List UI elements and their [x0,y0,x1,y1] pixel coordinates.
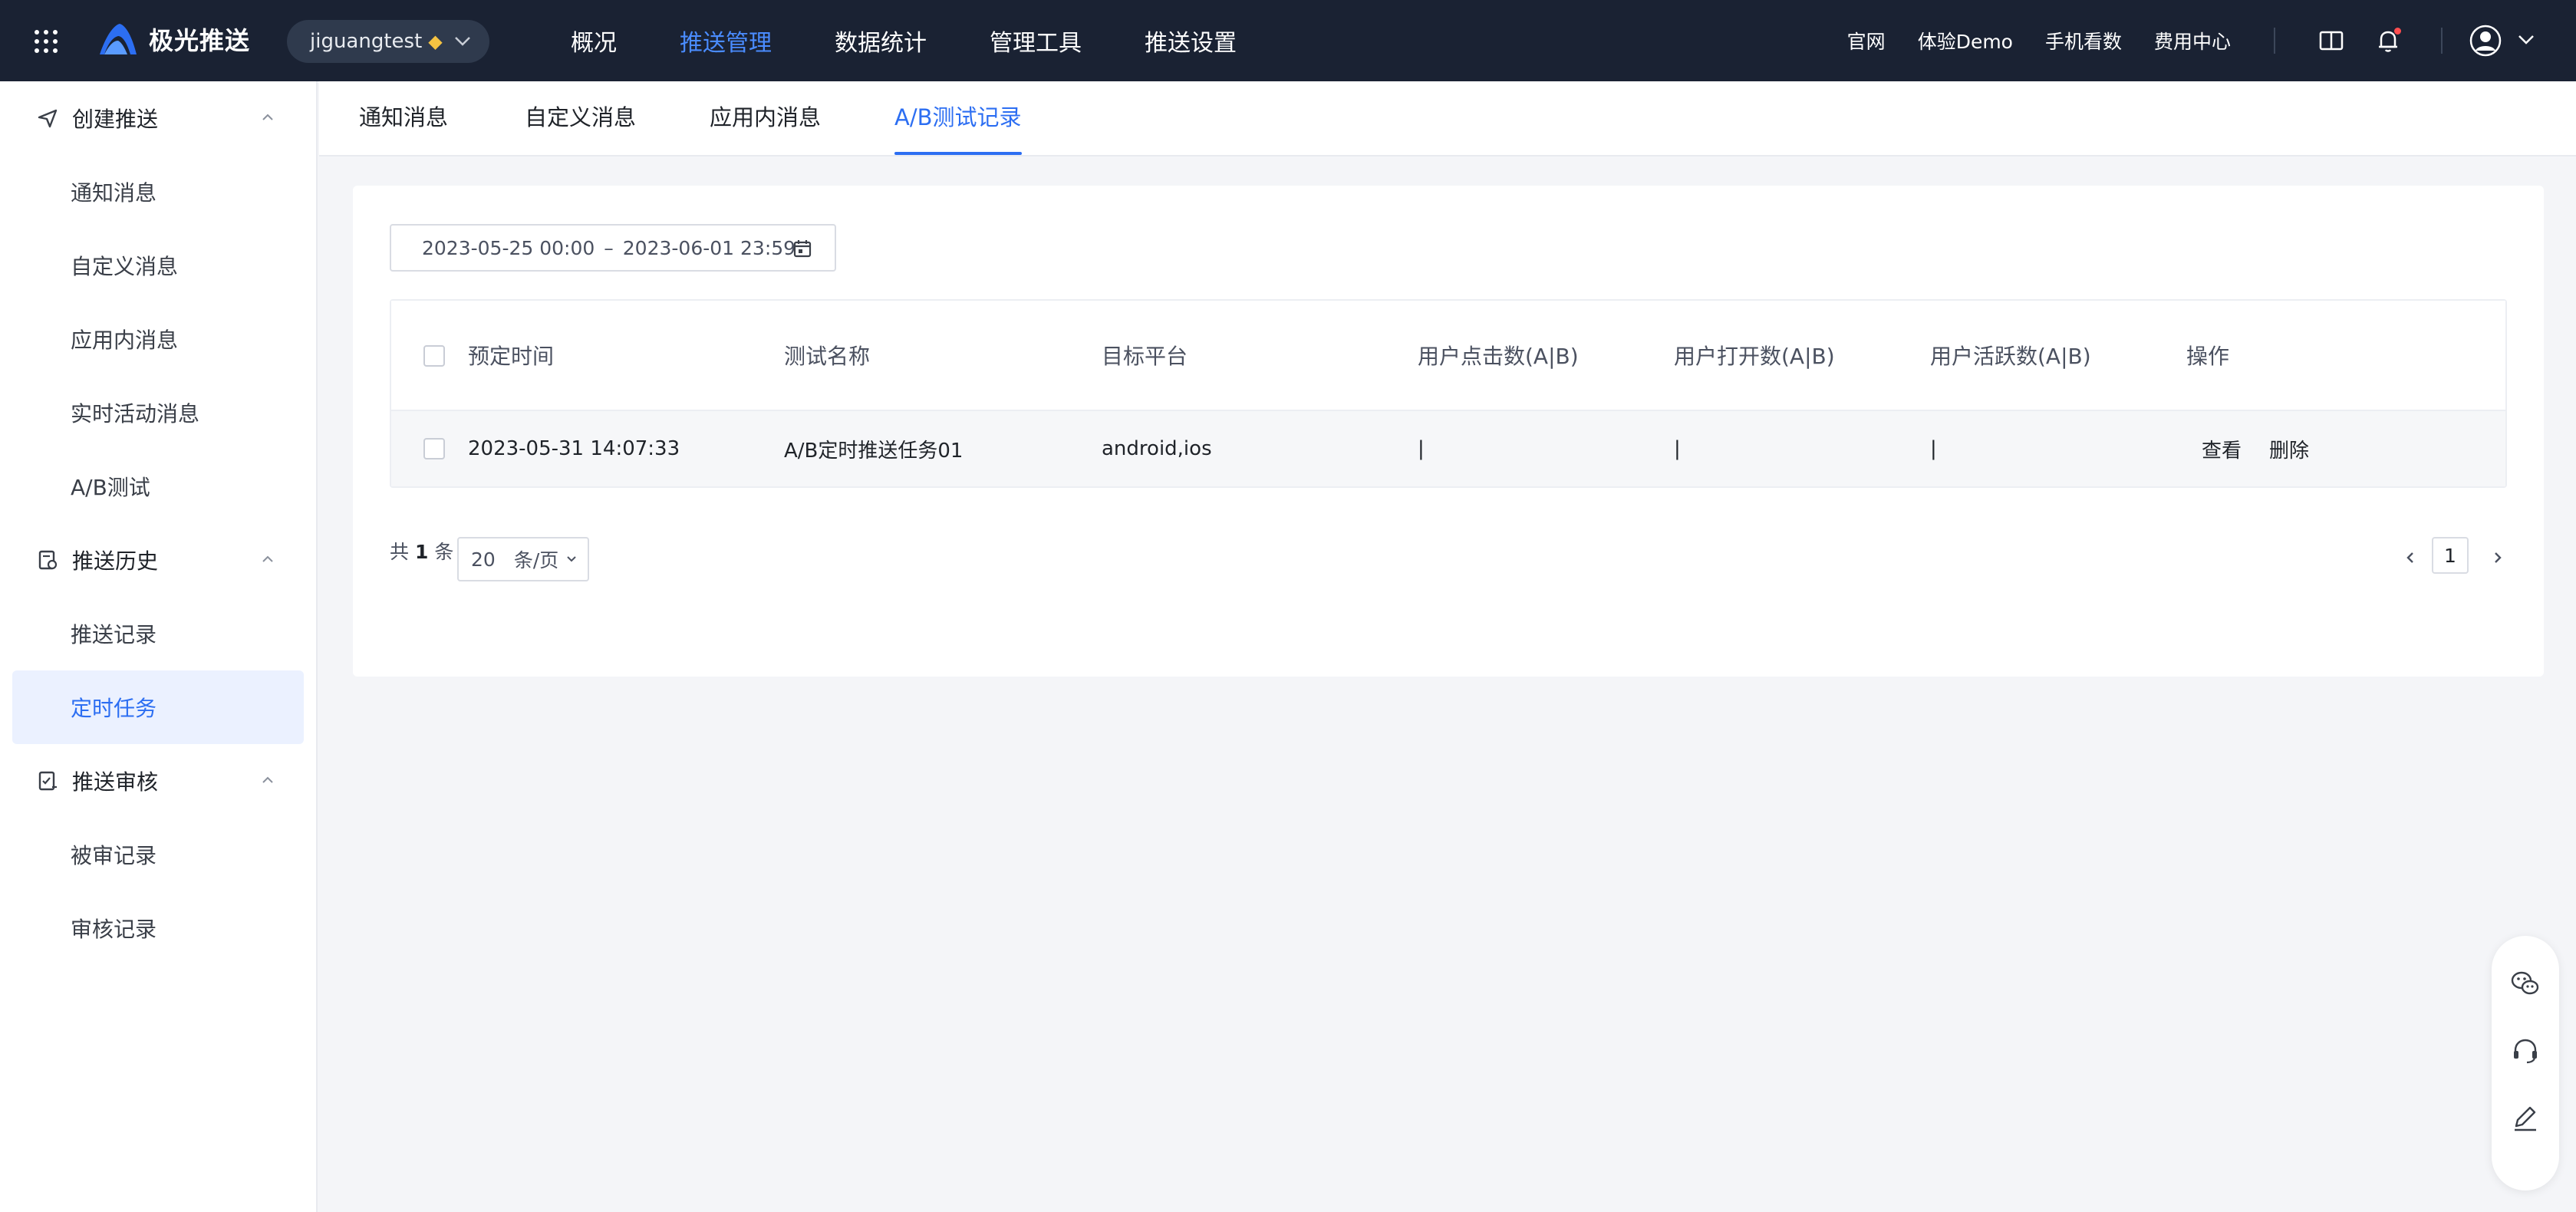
calendar-icon [793,240,812,258]
sidebar-group-label: 创建推送 [72,107,159,132]
sidebar-item-custom-message[interactable]: 自定义消息 [0,229,316,302]
brand-logo[interactable]: 极光推送 [97,21,250,57]
col-active-users: 用户活跃数(A|B) [1930,344,2091,369]
top-navigation-bar: 极光推送 jiguangtest ◆ 概况 推送管理 数据统计 管理工具 推送设… [0,0,2576,81]
col-scheduled-time: 预定时间 [468,344,555,369]
sidebar-group-push-history[interactable]: 推送历史 [0,523,316,597]
date-separator: – [604,236,614,259]
row-checkbox[interactable] [423,438,445,459]
sidebar-group-label: 推送审核 [72,769,159,795]
date-end: 2023-06-01 23:59 [622,236,796,259]
sidebar-item-audited-records[interactable]: 被审记录 [0,818,316,891]
cell-target-platform: android,ios [1102,437,1212,460]
tab-custom-message[interactable]: 自定义消息 [525,100,636,155]
sidebar-item-live-activity[interactable]: 实时活动消息 [0,376,316,450]
wechat-icon[interactable] [2508,967,2542,1000]
nav-push-settings[interactable]: 推送设置 [1145,24,1237,58]
col-clicks: 用户点击数(A|B) [1418,344,1579,369]
chevron-down-icon [567,556,576,562]
history-icon [38,550,58,570]
page-size-unit: 条/页 [513,549,559,571]
ab-test-table: 预定时间 测试名称 目标平台 用户点击数(A|B) 用户打开数(A|B) 用户活… [390,299,2507,488]
edit-icon[interactable] [2508,1102,2542,1135]
sidebar-item-in-app-message[interactable]: 应用内消息 [0,302,316,376]
chevron-up-icon [262,555,273,562]
next-page-icon[interactable] [2489,546,2507,569]
notifications[interactable] [2373,26,2403,55]
col-opens: 用户打开数(A|B) [1674,344,1835,369]
tab-in-app-message[interactable]: 应用内消息 [710,100,821,155]
date-range-picker[interactable]: 2023-05-25 00:00 – 2023-06-01 23:59 [390,224,836,272]
table-row: 2023-05-31 14:07:33 A/B定时推送任务01 android,… [391,411,2505,486]
mobile-dashboard-link[interactable]: 手机看数 [2045,27,2122,54]
sidebar-item-scheduled-tasks[interactable]: 定时任务 [12,670,304,744]
total-suffix: 条 [434,541,454,563]
prev-page-icon[interactable] [2401,546,2420,569]
header-divider [2441,28,2443,54]
sidebar-item-review-records[interactable]: 审核记录 [0,891,316,965]
account-name: jiguangtest [310,30,423,53]
cell-clicks: | [1418,437,1425,460]
view-link[interactable]: 查看 [2202,435,2242,463]
total-prefix: 共 [390,541,410,563]
cell-active-users: | [1930,437,1937,460]
sidebar-item-notification[interactable]: 通知消息 [0,155,316,229]
docs-book-icon[interactable] [2317,26,2346,55]
col-actions: 操作 [2186,344,2230,369]
sidebar-item-ab-test[interactable]: A/B测试 [0,450,316,523]
nav-tools[interactable]: 管理工具 [990,24,1082,58]
unread-badge [2394,28,2401,35]
floating-toolbar [2492,936,2559,1191]
headset-icon[interactable] [2508,1034,2542,1068]
col-test-name: 测试名称 [784,344,871,369]
vip-diamond-icon: ◆ [428,31,443,52]
main-nav: 概况 推送管理 数据统计 管理工具 推送设置 [571,0,1300,81]
chevron-up-icon [262,776,273,783]
pagination-total: 共 1 条 [390,537,453,565]
col-target-platform: 目标平台 [1102,344,1188,369]
table-header: 预定时间 测试名称 目标平台 用户点击数(A|B) 用户打开数(A|B) 用户活… [391,301,2505,411]
audit-icon [38,771,57,791]
chevron-down-icon [455,37,470,46]
sidebar-group-create-push[interactable]: 创建推送 [0,81,316,155]
billing-center-link[interactable]: 费用中心 [2154,27,2231,54]
nav-statistics[interactable]: 数据统计 [835,24,927,58]
delete-link[interactable]: 删除 [2269,435,2309,463]
user-avatar-icon[interactable] [2469,24,2502,58]
chevron-up-icon [262,114,273,120]
tab-notification[interactable]: 通知消息 [359,100,448,155]
sidebar-group-push-audit[interactable]: 推送审核 [0,744,316,818]
brand-name: 极光推送 [149,26,251,55]
nav-overview[interactable]: 概况 [571,24,617,58]
header-divider [2274,28,2275,54]
message-type-tabs: 通知消息 自定义消息 应用内消息 A/B测试记录 [319,81,2576,156]
select-all-checkbox[interactable] [423,345,445,367]
cell-test-name: A/B定时推送任务01 [784,439,964,463]
nav-push-management[interactable]: 推送管理 [680,24,772,58]
chevron-down-icon[interactable] [2518,34,2535,46]
sidebar-item-push-records[interactable]: 推送记录 [0,597,316,670]
records-card: 2023-05-25 00:00 – 2023-06-01 23:59 预定时间… [353,186,2544,677]
cell-scheduled-time: 2023-05-31 14:07:33 [468,437,680,460]
sidebar-group-label: 推送历史 [72,548,159,574]
send-icon [38,109,58,128]
date-start: 2023-05-25 00:00 [422,236,595,259]
total-count: 1 [414,541,429,563]
page-number-current[interactable]: 1 [2432,537,2469,574]
tab-ab-test-records[interactable]: A/B测试记录 [894,100,1022,155]
header-links: 官网 体验Demo 手机看数 费用中心 [1815,0,2231,81]
sidebar: 创建推送 通知消息 自定义消息 应用内消息 实时活动消息 A/B测试 推送历史 … [0,81,318,1212]
jpush-logo-icon [100,24,137,54]
page-size-value: 20 [471,548,496,571]
cell-opens: | [1674,437,1681,460]
app-grid-icon[interactable] [32,28,60,55]
official-site-link[interactable]: 官网 [1847,27,1886,54]
account-switcher[interactable]: jiguangtest ◆ [287,20,489,63]
demo-link[interactable]: 体验Demo [1918,27,2013,54]
page-size-select[interactable]: 20 条/页 [457,537,589,581]
